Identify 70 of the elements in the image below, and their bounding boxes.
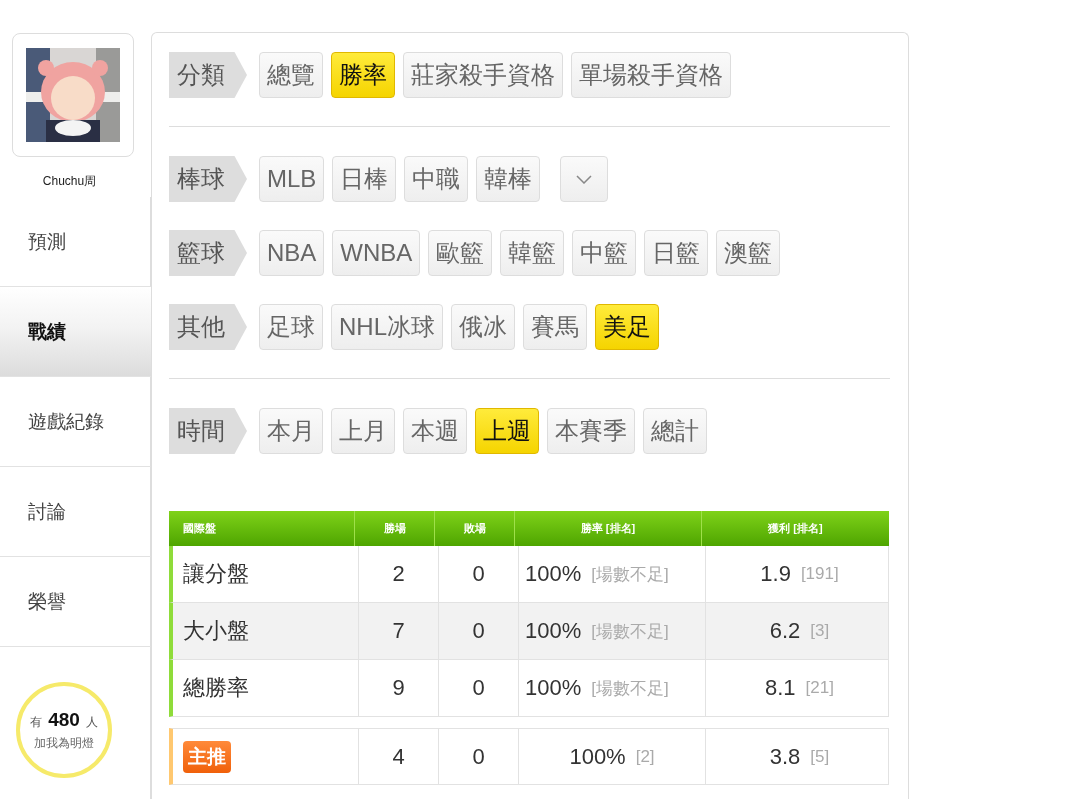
table-cell: 0: [438, 729, 518, 784]
rank-text: [場數不足]: [591, 620, 669, 643]
nav-item[interactable]: 討論: [0, 467, 151, 557]
filter-option[interactable]: 中籃: [572, 230, 637, 276]
filter-option[interactable]: 勝率: [331, 52, 395, 98]
table-cell: 3.8: [769, 743, 801, 770]
filter-option[interactable]: 澳籃: [716, 230, 781, 276]
rank-text: [3]: [810, 621, 830, 641]
filter-option[interactable]: 本週: [403, 408, 467, 454]
table-cell-text: 總勝率: [183, 674, 249, 702]
table-cell: 0: [438, 660, 518, 716]
rank-text: [5]: [810, 746, 830, 767]
filter-option[interactable]: 日棒: [332, 156, 397, 202]
filter-label: 棒球: [169, 156, 247, 202]
filter-option[interactable]: 單場殺手資格: [571, 52, 731, 98]
filter-label: 分類: [169, 52, 247, 98]
column-header: 國際盤: [182, 521, 217, 536]
filter-option[interactable]: 中職: [404, 156, 469, 202]
table-cell-text: 大小盤: [183, 617, 249, 645]
filter-option[interactable]: 總計: [643, 408, 707, 454]
table-cell: 100%: [525, 675, 582, 701]
nav-item[interactable]: 榮譽: [0, 557, 151, 647]
filter-option[interactable]: 上週: [475, 408, 539, 454]
table-cell: 0: [438, 546, 518, 602]
rank-text: [191]: [800, 564, 839, 584]
filter-option[interactable]: 歐籃: [428, 230, 493, 276]
filter-option[interactable]: 足球: [259, 304, 323, 350]
nav-item[interactable]: 遊戲紀錄: [0, 377, 151, 467]
filter-option[interactable]: 總覽: [259, 52, 323, 98]
filter-option[interactable]: 韓籃: [500, 230, 565, 276]
filter-option[interactable]: 本月: [259, 408, 323, 454]
rank-text: [21]: [805, 678, 834, 698]
rank-text: [場數不足]: [591, 677, 669, 700]
fans-count: 有 480 人: [29, 708, 99, 731]
filter-label: 其他: [169, 304, 247, 350]
rank-text: [2]: [635, 746, 655, 767]
fans-badge[interactable]: 有 480 人 加我為明燈: [16, 682, 112, 778]
table-cell: 7: [358, 603, 438, 659]
featured-badge: 主推: [183, 740, 231, 773]
table-cell: 2: [358, 546, 438, 602]
user-name: Chuchu周: [41, 173, 98, 190]
filter-option[interactable]: 日籃: [644, 230, 709, 276]
filter-option[interactable]: MLB: [259, 156, 325, 202]
table-cell: 100%: [525, 618, 582, 644]
filter-label: 籃球: [169, 230, 247, 276]
chevron-down-icon: [576, 174, 593, 184]
table-cell: 1.9: [760, 561, 791, 587]
table-cell: 100%: [569, 743, 626, 770]
nav-item[interactable]: 預測: [0, 197, 151, 287]
filter-label: 時間: [169, 408, 247, 454]
table-cell: 100%: [525, 561, 582, 587]
filter-option[interactable]: 俄冰: [451, 304, 515, 350]
filter-option[interactable]: 本賽季: [547, 408, 635, 454]
more-button[interactable]: [560, 156, 609, 202]
table-cell: 6.2: [769, 618, 801, 644]
filter-option[interactable]: NBA: [259, 230, 325, 276]
table-cell: 8.1: [765, 675, 796, 701]
filter-option[interactable]: 美足: [595, 304, 659, 350]
filter-option[interactable]: WNBA: [332, 230, 421, 276]
filter-option[interactable]: 賽馬: [523, 304, 587, 350]
filter-option[interactable]: NHL冰球: [331, 304, 443, 350]
rank-text: [場數不足]: [591, 563, 669, 586]
table-cell: 4: [358, 729, 438, 784]
filter-option[interactable]: 莊家殺手資格: [403, 52, 563, 98]
filter-option[interactable]: 上月: [331, 408, 395, 454]
fans-caption: 加我為明燈: [34, 734, 94, 752]
table-cell: 0: [438, 603, 518, 659]
table-cell: 9: [358, 660, 438, 716]
filter-option[interactable]: 韓棒: [476, 156, 541, 202]
table-cell-text: 讓分盤: [183, 560, 249, 588]
